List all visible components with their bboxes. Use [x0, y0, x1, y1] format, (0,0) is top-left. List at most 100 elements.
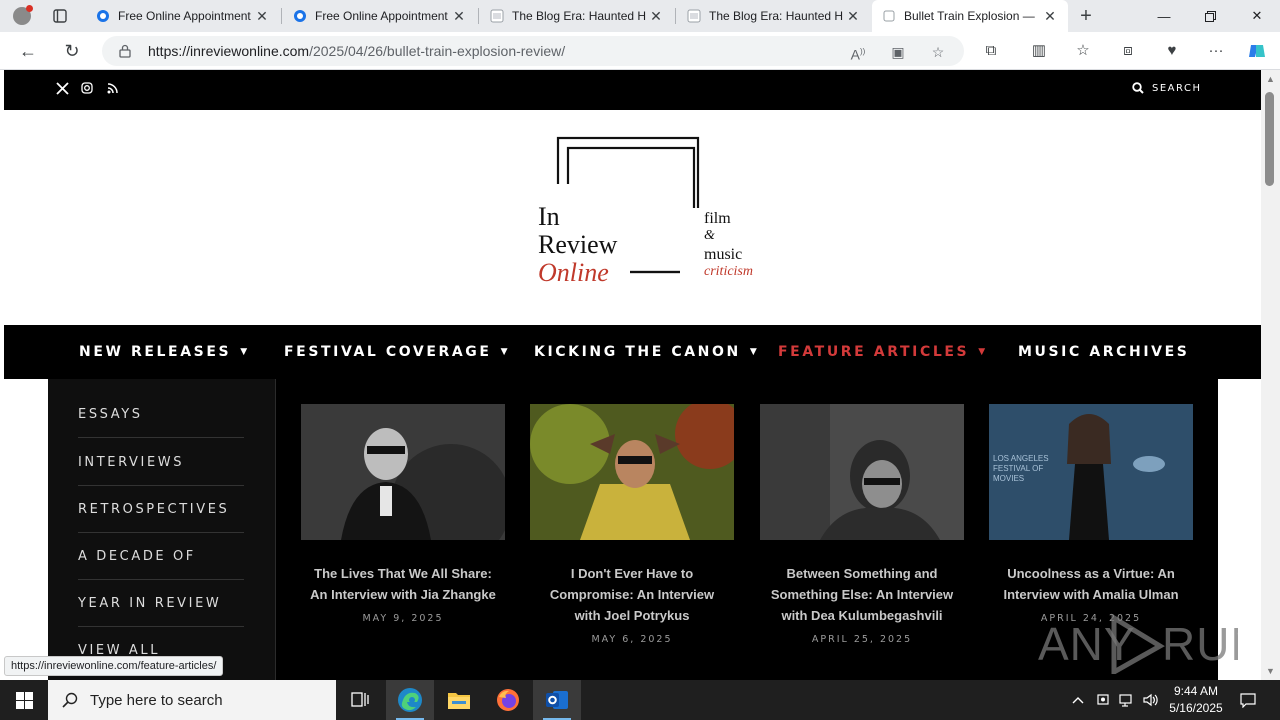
taskbar-file-explorer[interactable] — [435, 680, 483, 720]
refresh-button[interactable]: ↻ — [58, 37, 86, 65]
close-window-button[interactable]: ✕ — [1234, 0, 1280, 32]
extensions-icon[interactable]: ⧉ — [981, 41, 1001, 61]
page-icon — [687, 9, 701, 23]
tab-title: Free Online Appointment — [118, 9, 251, 23]
url-domain: https://inreviewonline.com — [148, 43, 310, 59]
taskbar-search-placeholder: Type here to search — [90, 691, 223, 709]
back-button[interactable]: ← — [14, 37, 42, 65]
scroll-up-icon[interactable]: ▲ — [1266, 74, 1275, 84]
close-tab-icon[interactable]: ✕ — [845, 8, 861, 24]
rss-icon[interactable] — [104, 82, 120, 98]
tab-actions-button[interactable] — [48, 6, 72, 26]
browser-tab[interactable]: The Blog Era: Haunted H ✕ — [677, 0, 871, 32]
article-card[interactable]: The Lives That We All Share: An Intervie… — [301, 404, 511, 624]
taskbar-outlook[interactable] — [533, 680, 581, 720]
profile-avatar — [13, 5, 33, 25]
lock-icon — [119, 44, 131, 58]
site-logo[interactable]: In Review Online film & music criticism — [534, 136, 774, 296]
show-hidden-icons-button[interactable] — [1068, 680, 1088, 720]
taskbar-search-box[interactable]: Type here to search — [48, 680, 336, 720]
chevron-up-icon — [1072, 697, 1084, 704]
notifications-button[interactable] — [1234, 680, 1262, 720]
nav-festival-coverage[interactable]: FESTIVAL COVERAGE ▼ — [284, 325, 510, 379]
more-menu-icon[interactable]: ··· — [1206, 41, 1226, 61]
close-tab-icon[interactable]: ✕ — [451, 8, 467, 24]
clock-date: 5/16/2025 — [1169, 701, 1223, 715]
article-card[interactable]: Between Something and Something Else: An… — [760, 404, 964, 645]
taskbar-firefox[interactable] — [484, 680, 532, 720]
article-title[interactable]: Between Something and Something Else: An… — [760, 563, 964, 626]
submenu-a-decade-of[interactable]: A DECADE OF — [78, 533, 244, 580]
site-search-button[interactable]: SEARCH — [1132, 82, 1201, 94]
outlook-icon — [546, 691, 568, 709]
security-tray-icon[interactable] — [1093, 680, 1113, 720]
article-thumbnail[interactable] — [760, 404, 964, 540]
close-tab-icon[interactable]: ✕ — [648, 8, 664, 24]
thumbnail-caption: LOS ANGELES — [993, 454, 1049, 463]
article-date: MAY 9, 2025 — [362, 613, 444, 624]
browser-tab[interactable]: Free Online Appointment ✕ — [86, 0, 280, 32]
notification-dot — [26, 5, 33, 12]
tab-actions-icon — [53, 9, 67, 23]
address-bar[interactable]: https://inreviewonline.com/2025/04/26/bu… — [102, 36, 964, 66]
profile-button[interactable] — [8, 4, 36, 28]
copilot-logo — [1249, 45, 1265, 57]
new-tab-button[interactable]: + — [1074, 4, 1098, 28]
network-tray-icon[interactable] — [1116, 680, 1138, 720]
svg-text:RUN: RUN — [1162, 618, 1238, 670]
network-icon — [1119, 694, 1132, 707]
favorite-star-icon[interactable]: ☆ — [929, 43, 947, 61]
minimize-button[interactable]: — — [1141, 0, 1187, 32]
page-viewport: SEARCH In Review Online film & music cri… — [0, 70, 1280, 680]
tab-title: Bullet Train Explosion — — [904, 9, 1035, 23]
browser-essentials-icon[interactable]: ♥ — [1162, 41, 1182, 61]
browser-tab[interactable]: Free Online Appointment ✕ — [283, 0, 477, 32]
article-card[interactable]: I Don't Ever Have to Compromise: An Inte… — [530, 399, 745, 645]
nav-label: MUSIC ARCHIVES — [1018, 344, 1190, 360]
read-aloud-icon[interactable]: A)) — [849, 43, 867, 63]
submenu-retrospectives[interactable]: RETROSPECTIVES — [78, 486, 244, 533]
close-tab-icon[interactable]: ✕ — [254, 8, 270, 24]
volume-tray-icon[interactable] — [1140, 680, 1162, 720]
task-view-icon — [351, 692, 369, 707]
browser-tab[interactable]: The Blog Era: Haunted H ✕ — [480, 0, 674, 32]
tab-title: The Blog Era: Haunted H — [709, 9, 844, 23]
taskbar-edge[interactable] — [386, 680, 434, 720]
logo-tag-film: film — [704, 210, 731, 227]
browser-tab-bar: Free Online Appointment ✕ Free Online Ap… — [0, 0, 1280, 32]
clock-time: 9:44 AM — [1173, 684, 1219, 698]
page-scrollbar[interactable]: ▲ ▼ — [1261, 70, 1280, 680]
split-screen-icon[interactable]: ▥ — [1029, 41, 1049, 61]
logo-word-in: In — [538, 202, 560, 231]
submenu-year-in-review[interactable]: YEAR IN REVIEW — [78, 580, 244, 627]
nav-new-releases[interactable]: NEW RELEASES ▼ — [79, 325, 250, 379]
nav-feature-articles[interactable]: FEATURE ARTICLES ▼ — [778, 325, 988, 379]
taskbar-clock[interactable]: 9:44 AM 5/16/2025 — [1160, 683, 1232, 717]
copilot-icon[interactable] — [1247, 41, 1267, 61]
task-view-button[interactable] — [336, 680, 384, 720]
nav-music-archives[interactable]: MUSIC ARCHIVES — [1018, 325, 1189, 379]
site-top-bar: SEARCH — [4, 70, 1261, 110]
scroll-down-icon[interactable]: ▼ — [1266, 666, 1275, 676]
scrollbar-thumb[interactable] — [1265, 92, 1274, 186]
immersive-reader-icon[interactable]: ▣ — [889, 43, 907, 61]
article-title[interactable]: I Don't Ever Have to Compromise: An Inte… — [530, 563, 734, 626]
folder-icon — [448, 693, 470, 709]
start-button[interactable] — [0, 680, 48, 720]
favorites-icon[interactable]: ☆ — [1073, 41, 1093, 61]
article-thumbnail[interactable]: LOS ANGELES FESTIVAL OF MOVIES — [989, 404, 1193, 540]
instagram-icon[interactable] — [79, 82, 95, 98]
collections-icon[interactable]: ⧈ — [1118, 41, 1138, 61]
submenu-essays[interactable]: ESSAYS — [78, 391, 244, 438]
article-title[interactable]: The Lives That We All Share: An Intervie… — [301, 563, 505, 605]
article-card[interactable]: LOS ANGELES FESTIVAL OF MOVIES Uncoolnes… — [989, 404, 1193, 624]
nav-kicking-the-canon[interactable]: KICKING THE CANON ▼ — [534, 325, 759, 379]
close-tab-icon[interactable]: ✕ — [1042, 8, 1058, 24]
x-twitter-icon[interactable] — [54, 82, 70, 98]
article-thumbnail[interactable] — [301, 404, 511, 564]
restore-button[interactable] — [1187, 0, 1233, 32]
browser-tab-active[interactable]: Bullet Train Explosion — ✕ — [872, 0, 1068, 32]
article-title[interactable]: Uncoolness as a Virtue: An Interview wit… — [989, 563, 1193, 605]
article-thumbnail[interactable] — [530, 399, 745, 540]
submenu-interviews[interactable]: INTERVIEWS — [78, 439, 244, 486]
